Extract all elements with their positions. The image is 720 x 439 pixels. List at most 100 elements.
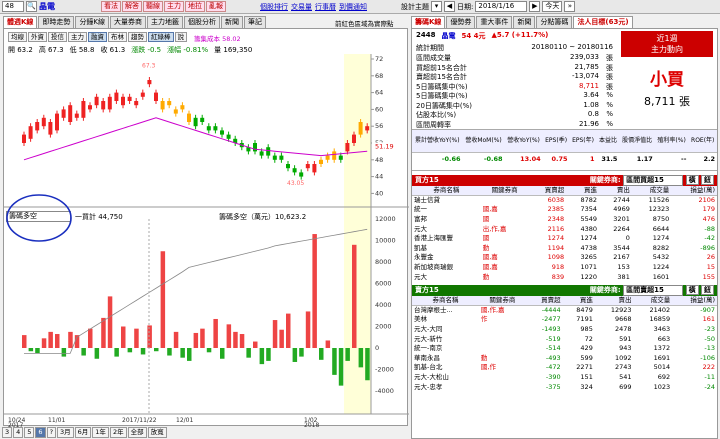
table-row[interactable]: 台灣摩根士... 國,作,嘉 -4444 8479 12923 21402 -907 (412, 306, 717, 316)
summary-code: 2448 (416, 31, 436, 39)
buy-cell: 2167 (613, 253, 630, 262)
table-row[interactable]: 元大-新竹 -519 72 591 663 -50 (412, 334, 717, 344)
tab-left[interactable]: 大量券商 (110, 16, 147, 28)
buy-btn-h[interactable]: 橫 (685, 175, 699, 185)
sell-cell: 作 (480, 315, 488, 324)
buy-cell: 國,嘉 (482, 253, 498, 262)
candle (312, 164, 317, 173)
table-row[interactable]: 富邦 國 2348 5549 3201 8750 476 (412, 215, 717, 225)
bottom-button[interactable]: 4 (13, 427, 24, 438)
table-row[interactable]: 瑞士信貸 6038 8782 2744 11526 2106 (412, 196, 717, 206)
table-row[interactable]: 永豐金 國,嘉 1098 3265 2167 5432 26 (412, 253, 717, 263)
tab-right[interactable]: 重大事件 (476, 16, 513, 28)
table-row[interactable]: 元大-大同 -1493 985 2478 3463 -23 (412, 325, 717, 335)
sell-filter-select[interactable]: 區間賣超15 (623, 284, 684, 296)
calendar-icon[interactable]: ▾ (431, 1, 442, 12)
bottom-button[interactable]: 1年 (92, 427, 109, 438)
table-row[interactable]: 凱基-台北 國,作 -472 2271 2743 5014 222 (412, 363, 717, 373)
tool-button[interactable]: 亂報 (206, 1, 226, 12)
buy-btn-b[interactable]: 鈕 (701, 175, 714, 185)
table-row[interactable]: 元大-大松山 -390 151 541 692 -11 (412, 373, 717, 383)
summary-change: ▲5.7 (+11.7%) (491, 31, 549, 39)
date-input[interactable]: 2018/1/16 (475, 1, 528, 12)
search-icon[interactable]: 🔍 (26, 1, 37, 12)
stock-code-input[interactable]: 48 (2, 1, 24, 12)
table-row[interactable]: 統一-南京 -514 429 943 1372 -13 (412, 344, 717, 354)
verdict-amount: 8,711 (644, 95, 676, 108)
sell-header: 券商名稱 (412, 295, 479, 307)
top-link[interactable]: 個股排行 (260, 2, 288, 12)
bottom-button[interactable]: 6 (35, 427, 46, 438)
sell-cell: 國,作 (480, 363, 496, 372)
top-link[interactable]: 行事曆 (315, 2, 336, 12)
fund-value: -0.66 (441, 154, 461, 163)
buy-header: 買賣超 (528, 186, 567, 197)
top-link[interactable]: 交易量 (291, 2, 312, 12)
chip-bar (266, 348, 271, 361)
tab-left[interactable]: 筆記 (244, 16, 267, 28)
table-row[interactable]: 元大 動 839 1220 381 1601 155 (412, 272, 717, 282)
fund-value: 1 (589, 154, 595, 163)
x-tick-label: 12/01 (176, 417, 193, 424)
chip-bar (114, 348, 119, 357)
sell-cell: -4444 (541, 306, 561, 315)
bottom-button[interactable]: 放寬 (147, 427, 167, 438)
table-row[interactable]: 凱基 動 1194 4738 3544 8282 -896 (412, 244, 717, 254)
settings-link[interactable]: 設計主題 (401, 2, 429, 12)
fund-header: EPS(季) (542, 130, 570, 153)
tab-right[interactable]: 法人目標(63元) (573, 16, 633, 28)
candle (114, 92, 119, 101)
table-row[interactable]: 元大 出,作,嘉 2116 4380 2264 6644 -88 (412, 224, 717, 234)
bottom-button[interactable]: 6月 (74, 427, 92, 438)
tab-left[interactable]: 即時走勢 (38, 16, 75, 28)
sell-btn-b[interactable]: 鈕 (701, 284, 714, 295)
bottom-button[interactable]: ? (46, 427, 57, 438)
tab-right[interactable]: 優勢券 (446, 16, 476, 28)
sell-cell: -2477 (541, 315, 561, 324)
tool-button[interactable]: 解答 (122, 1, 142, 12)
prev-icon[interactable]: ◀ (444, 1, 455, 12)
candle (94, 96, 99, 106)
table-row[interactable]: 香港上海匯豐 國 1274 1274 0 1274 -42 (412, 234, 717, 244)
buy-cell: 1274 (580, 234, 598, 243)
tool-button[interactable]: 聽線 (143, 1, 163, 12)
tool-button[interactable]: 主力 (164, 1, 184, 12)
tab-right[interactable]: 新聞 (513, 16, 536, 28)
table-row[interactable]: 新加坡商瑞銀 國,嘉 918 1071 153 1224 15 (412, 263, 717, 273)
tab-left[interactable]: 體週K線 (3, 16, 38, 28)
top-link[interactable]: 到價通知 (339, 2, 367, 12)
chip-bar (55, 334, 60, 348)
candle (358, 122, 363, 135)
table-row[interactable]: 美林 作 -2477 7191 9668 16859 161 (412, 315, 717, 325)
buy-cell: 8282 (652, 243, 670, 252)
table-row[interactable]: 統一 國,嘉 2385 7354 4969 12323 179 (412, 205, 717, 215)
buy-filter-select[interactable]: 區間買超15 (623, 175, 684, 186)
bottom-button[interactable]: 3月 (57, 427, 74, 438)
bottom-button[interactable]: 2年 (109, 427, 127, 438)
buy-cell: 2385 (547, 205, 565, 214)
tab-left[interactable]: 個股分析 (184, 16, 221, 28)
buy-cell: 6038 (547, 196, 565, 205)
bottom-button[interactable]: 5 (24, 427, 35, 438)
bottom-button[interactable]: 3 (2, 427, 13, 438)
forward-icon[interactable]: » (564, 1, 576, 12)
tab-left[interactable]: 新聞 (221, 16, 244, 28)
fund-value: -- (681, 154, 687, 163)
buy-cell: 動 (482, 272, 490, 281)
chart-panel: 均線 外資 投信 主力 融資 布林 趨勢 紅綠棒說 開 63.2 高 67.3 低 58.8 … (3, 28, 409, 427)
tab-left[interactable]: 分鐘K線 (75, 16, 110, 28)
tab-right[interactable]: 籌碼K線 (411, 16, 446, 28)
candle (332, 151, 337, 160)
tool-button[interactable]: 地拉 (185, 1, 205, 12)
tab-right[interactable]: 分點籌碼 (536, 16, 573, 28)
bottom-button[interactable]: 全部 (127, 427, 147, 438)
tab-left[interactable]: 主力地籤 (147, 16, 184, 28)
summary-row: 20日籌碼集中(%) 1.08% (416, 101, 613, 111)
next-icon[interactable]: ▶ (529, 1, 541, 12)
table-row[interactable]: 華南永昌 動 -493 599 1092 1691 -106 (412, 354, 717, 364)
today-button[interactable]: 今天 (542, 1, 563, 12)
tool-button[interactable]: 看法 (101, 1, 121, 12)
trough-label: 43.05 (287, 180, 304, 187)
table-row[interactable]: 元大-忠孝 -375 324 699 1023 -24 (412, 382, 717, 392)
sell-btn-h[interactable]: 橫 (685, 284, 699, 295)
